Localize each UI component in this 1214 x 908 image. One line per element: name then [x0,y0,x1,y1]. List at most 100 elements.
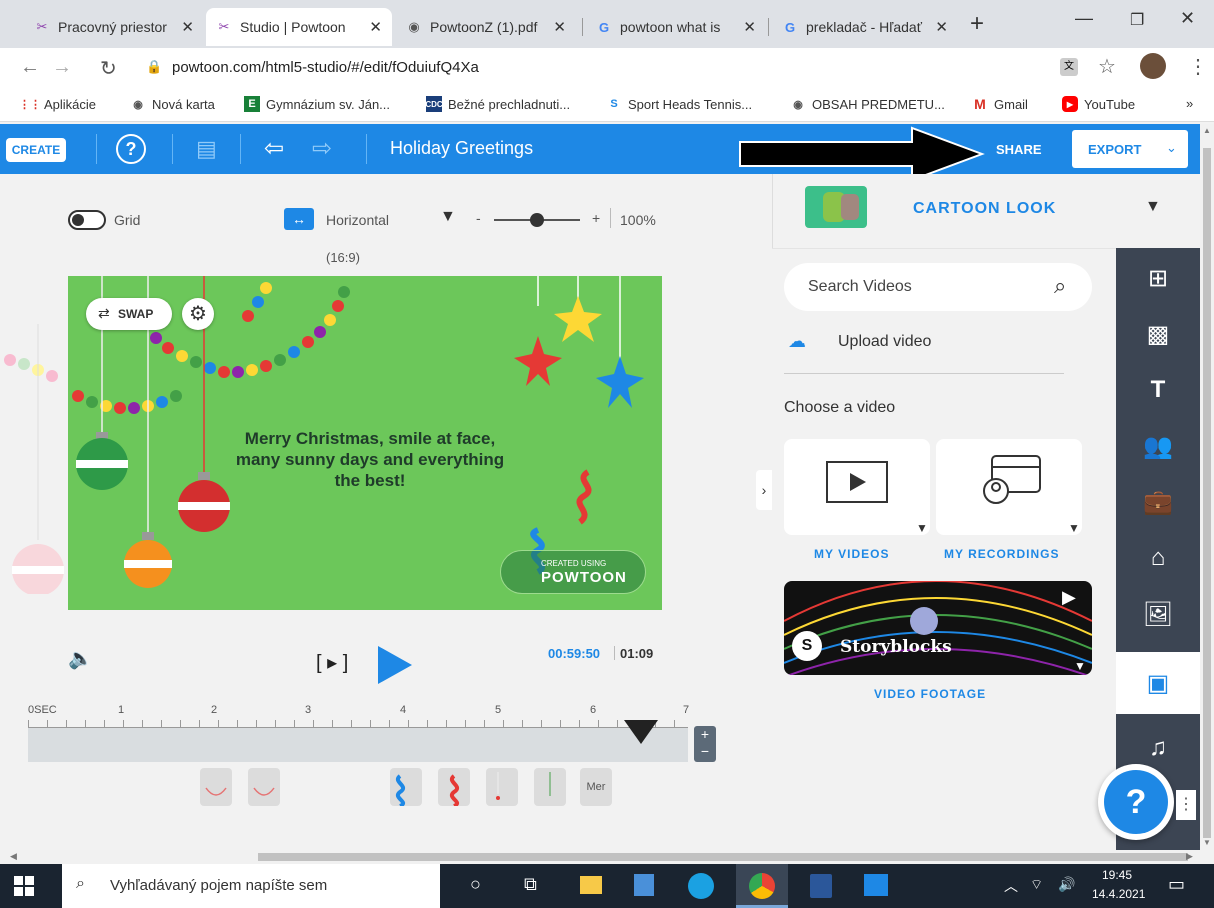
zoom-out-button[interactable]: - [476,210,481,226]
notes-icon[interactable]: ▤ [196,136,217,162]
edge-icon[interactable] [688,873,714,899]
clock-date[interactable]: 14.4.2021 [1092,887,1145,901]
notifications-icon[interactable]: ▭ [1168,874,1185,895]
layout-icon[interactable]: ⊞ [1116,250,1200,306]
images-icon[interactable]: 🖼 [1116,586,1200,642]
word-icon[interactable] [810,874,832,898]
speaker-icon[interactable]: 🔊 [1058,876,1075,893]
layer-thumb[interactable] [248,768,280,806]
bookmark-apps[interactable]: ⋮⋮ Aplikácie [19,96,96,112]
task-view-icon[interactable]: ⧉ [524,874,537,895]
search-icon[interactable]: ⌕ [1054,273,1066,299]
bookmark-new-tab[interactable]: ◉ Nová karta [130,96,215,112]
caret-down-icon[interactable]: ▼ [1068,521,1080,535]
scroll-down-icon[interactable]: ▼ [1203,838,1211,847]
video-icon[interactable]: ▣ [1116,652,1200,714]
timeline-track[interactable] [28,728,688,762]
scroll-left-icon[interactable]: ◀ [10,851,17,862]
scroll-up-icon[interactable]: ▲ [1203,126,1211,135]
video-footage-label[interactable]: VIDEO FOOTAGE [874,687,986,701]
background-icon[interactable]: ▩ [1116,306,1200,362]
layer-thumb[interactable] [486,768,518,806]
tray-chevron-icon[interactable]: ︿ [1004,876,1018,896]
playhead[interactable] [624,720,658,746]
orientation-icon[interactable]: ↔ [284,208,314,230]
tab-workspace[interactable]: ✂ Pracovný priestor ✕ [24,8,204,46]
minimize-button[interactable]: — [1075,8,1093,29]
tab-pdf[interactable]: ◉ PowtoonZ (1).pdf ✕ [396,8,576,46]
forward-icon[interactable]: → [52,56,72,79]
redo-icon[interactable]: ⇨ [312,134,332,163]
undo-icon[interactable]: ⇦ [264,134,284,163]
props-icon[interactable]: 💼 [1116,474,1200,530]
upload-video-link[interactable]: Upload video [838,333,931,351]
my-recordings-label[interactable]: MY RECORDINGS [944,547,1059,561]
storyblocks-card[interactable]: S Storyblocks ▶ ▼ [784,581,1092,675]
caret-down-icon[interactable]: ▼ [1145,198,1161,216]
zoom-in-button[interactable]: + [592,210,600,226]
vertical-scrollbar[interactable]: ▲ ▼ [1200,124,1214,850]
translate-icon[interactable]: 文 [1060,58,1078,76]
play-scene-button[interactable]: [ ▸ ] [316,650,348,675]
zoom-slider-handle[interactable] [530,213,544,227]
style-label[interactable]: CARTOON LOOK [913,200,1056,218]
close-icon[interactable]: ✕ [553,18,566,36]
star-icon[interactable]: ☆ [1098,54,1116,79]
scroll-thumb[interactable] [1203,148,1211,838]
cortana-icon[interactable]: ○ [470,874,481,895]
window-close-button[interactable]: ✕ [1180,8,1195,29]
bookmark-cdc[interactable]: CDC Bežné prechladnuti... [425,96,570,112]
wifi-icon[interactable]: ⌔ [1030,876,1043,894]
windows-start-icon[interactable] [14,876,34,896]
help-icon[interactable]: ? [116,134,146,164]
avatar[interactable] [1140,53,1166,79]
menu-icon[interactable]: ⋮ [1188,54,1208,79]
close-icon[interactable]: ✕ [369,18,382,36]
layer-thumb[interactable] [438,768,470,808]
search-videos-input[interactable]: Search Videos ⌕ [784,263,1092,311]
timeline-zoom-button[interactable]: + − [694,726,716,762]
bookmark-youtube[interactable]: ▶ YouTube [1062,96,1135,112]
my-videos-label[interactable]: MY VIDEOS [814,547,889,561]
text-icon[interactable]: T [1116,362,1200,418]
help-button[interactable]: ? [1098,764,1174,840]
close-icon[interactable]: ✕ [935,18,948,36]
layer-thumb[interactable] [390,768,422,808]
tab-studio[interactable]: ✂ Studio | Powtoon ✕ [206,8,392,46]
tab-translator[interactable]: G prekladač - Hľadať ✕ [772,8,958,46]
zoom-slider[interactable] [494,213,580,227]
volume-icon[interactable]: 🔈 [68,646,93,671]
bookmarks-more-button[interactable]: » [1186,96,1193,111]
taskbar-search-box[interactable]: ⌕ Vyhľadávaný pojem napíšte sem [62,864,440,908]
scroll-right-icon[interactable]: ▶ [1186,851,1193,862]
project-title[interactable]: Holiday Greetings [390,138,533,159]
url-field[interactable]: 🔒 powtoon.com/html5-studio/#/edit/fOduiu… [136,54,1056,82]
orientation-label[interactable]: Horizontal [326,212,389,228]
restore-button[interactable]: ❐ [1130,10,1144,30]
bookmark-gymnazium[interactable]: E Gymnázium sv. Ján... [244,96,390,112]
clock-time[interactable]: 19:45 [1102,868,1132,882]
bookmark-gmail[interactable]: M Gmail [972,96,1028,112]
help-menu-icon[interactable]: ⋮ [1176,790,1196,820]
horizontal-scrollbar[interactable]: ◀ ▶ [0,850,1200,864]
file-explorer-icon[interactable] [580,876,602,894]
share-button[interactable]: SHARE [996,142,1042,157]
my-recordings-card[interactable]: ▼ [936,439,1082,535]
close-icon[interactable]: ✕ [181,18,194,36]
panel-collapse-button[interactable]: › [756,470,772,510]
my-videos-card[interactable]: ▼ [784,439,930,535]
caret-down-icon[interactable]: ▼ [440,208,456,226]
caret-down-icon[interactable]: ▼ [916,521,928,535]
new-tab-button[interactable]: + [970,10,984,38]
greeting-text[interactable]: Merry Christmas, smile at face, many sun… [228,428,512,491]
chrome-taskbar-button[interactable] [736,864,788,908]
grid-toggle[interactable] [68,210,106,230]
close-icon[interactable]: ✕ [743,18,756,36]
create-button[interactable]: CREATE [6,138,66,162]
export-button[interactable]: EXPORT ⌄ [1072,130,1188,168]
play-icon[interactable] [376,644,416,686]
reload-icon[interactable]: ↻ [100,56,117,81]
swap-button[interactable]: ⇄ SWAP [86,298,172,330]
tab-google-search[interactable]: G powtoon what is ✕ [586,8,766,46]
shapes-icon[interactable]: ⌂ [1116,530,1200,586]
